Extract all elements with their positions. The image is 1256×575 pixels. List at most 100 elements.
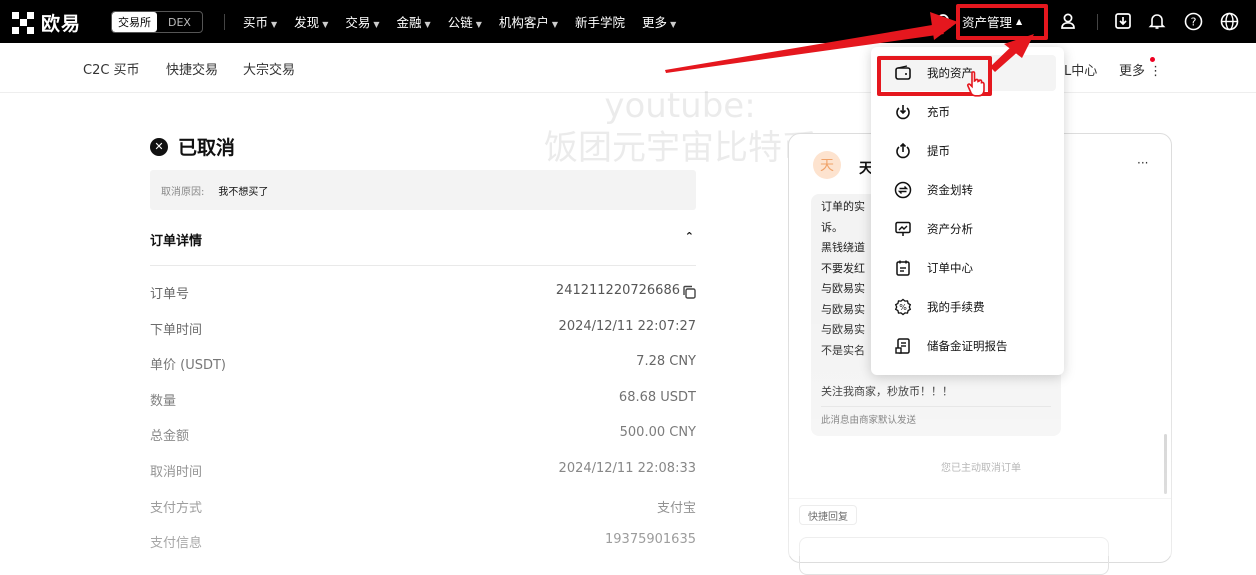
row-label: 单价 (USDT)	[150, 358, 226, 374]
asset-management-label: 资产管理	[962, 15, 1013, 30]
row-label: 支付信息	[150, 536, 203, 552]
auto-message-note: 此消息由商家默认发送	[821, 406, 1051, 432]
menu-chain[interactable]: 公链 ▼	[448, 12, 482, 31]
order-details-header[interactable]: 订单详情 ⌃	[150, 230, 696, 249]
chevron-down-icon: ▼	[551, 20, 559, 29]
row-label: 取消时间	[150, 464, 203, 480]
mode-dex-tab[interactable]: DEX	[157, 12, 202, 32]
dropdown-item-withdraw[interactable]: 提币	[878, 133, 1056, 169]
chevron-down-icon: ▼	[271, 20, 278, 29]
subnav-more-label: 更多	[1119, 64, 1146, 79]
order-detail-row: 下单时间 2024/12/11 22:07:27	[150, 319, 696, 355]
user-icon[interactable]	[1058, 11, 1078, 31]
dropdown-item-asset-analysis[interactable]: 资产分析	[878, 211, 1056, 247]
subnav-block-trade[interactable]: 大宗交易	[243, 59, 295, 78]
divider	[150, 265, 696, 266]
menu-institutional[interactable]: 机构客户 ▼	[499, 12, 558, 31]
main-menu: 买币 ▼ 发现 ▼ 交易 ▼ 金融 ▼ 公链 ▼ 机构客户 ▼ 新手学院 更多 ▼	[243, 0, 693, 43]
notification-dot	[1150, 57, 1155, 62]
copy-icon[interactable]	[682, 285, 696, 299]
transfer-icon	[894, 181, 912, 199]
menu-label: 公链	[447, 15, 473, 30]
chat-message-input[interactable]	[799, 537, 1109, 575]
order-center-icon	[896, 260, 910, 276]
mode-exchange-tab[interactable]: 交易所	[112, 12, 157, 32]
dropdown-item-transfer[interactable]: 资金划转	[878, 172, 1056, 208]
subnav-c2c-buy[interactable]: C2C 买币	[83, 59, 140, 78]
exchange-mode-switch[interactable]: 交易所 DEX	[111, 11, 203, 33]
top-navigation-bar: 欧易 交易所 DEX 买币 ▼ 发现 ▼ 交易 ▼ 金融 ▼ 公链 ▼ 机构客户 ▼ 新手学…	[0, 0, 1256, 43]
download-icon[interactable]	[1113, 11, 1133, 31]
bell-icon[interactable]	[1147, 11, 1167, 31]
dropdown-item-my-fees[interactable]: % 我的手续费	[878, 289, 1056, 325]
order-detail-row: 支付方式 支付宝	[150, 497, 696, 533]
system-message: 您已主动取消订单	[941, 463, 1021, 474]
globe-icon[interactable]	[1219, 11, 1239, 31]
order-detail-row: 取消时间 2024/12/11 22:08:33	[150, 461, 696, 497]
help-icon[interactable]: ?	[1183, 11, 1203, 31]
dropdown-item-label: 储备金证明报告	[927, 339, 1008, 353]
menu-trade[interactable]: 交易 ▼	[345, 12, 379, 31]
menu-label: 交易	[345, 15, 371, 30]
row-value: 68.68 USDT	[618, 389, 696, 405]
subnav-center-link[interactable]: L中心	[1064, 60, 1097, 79]
order-status: ✕ 已取消	[150, 133, 235, 160]
order-detail-row: 订单号 241211220726686	[150, 283, 696, 319]
order-number-value: 241211220726686	[555, 283, 680, 298]
chevron-down-icon: ▼	[322, 20, 329, 29]
order-detail-row: 总金额 500.00 CNY	[150, 425, 696, 461]
quick-reply-button[interactable]: 快捷回复	[799, 505, 857, 525]
asset-management-menu[interactable]: 资产管理 ▲	[962, 0, 1022, 43]
svg-text:%: %	[899, 303, 907, 312]
subnav-more[interactable]: 更多 ⋮	[1119, 60, 1162, 79]
dropdown-item-label: 充币	[927, 105, 950, 119]
cancelled-x-icon: ✕	[150, 137, 168, 156]
row-value: 2024/12/11 22:07:27	[558, 318, 696, 334]
nav-divider	[1097, 14, 1098, 30]
menu-academy[interactable]: 新手学院	[575, 12, 625, 31]
divider	[789, 498, 1171, 499]
menu-label: 新手学院	[575, 15, 626, 30]
row-value: 2024/12/11 22:08:33	[558, 460, 696, 476]
more-options-icon[interactable]: ···	[1137, 156, 1148, 170]
cancel-reason-value: 我不想买了	[218, 186, 269, 198]
dropdown-item-order-center[interactable]: 订单中心	[878, 250, 1056, 286]
message-line: 关注我商家，秒放币！！！	[821, 384, 953, 398]
subnav-quick-trade[interactable]: 快捷交易	[166, 59, 218, 78]
search-icon[interactable]	[934, 11, 954, 31]
row-value: 19375901635	[605, 532, 696, 548]
row-value: 支付宝	[656, 500, 696, 516]
menu-buy-crypto[interactable]: 买币 ▼	[243, 12, 277, 31]
chevron-up-icon[interactable]: ⌃	[685, 230, 694, 249]
dropdown-item-reserve-report[interactable]: 储备金证明报告	[878, 328, 1056, 364]
deposit-icon	[896, 105, 910, 120]
order-details-list: 订单号 241211220726686 下单时间 2024/12/11 22:07:…	[150, 283, 696, 568]
wallet-icon	[895, 65, 911, 80]
hand-cursor-icon	[967, 71, 985, 97]
cancel-reason-box: 取消原因: 我不想买了	[150, 170, 696, 210]
row-label: 订单号	[150, 287, 190, 302]
menu-more[interactable]: 更多 ▼	[642, 12, 676, 31]
menu-finance[interactable]: 金融 ▼	[397, 12, 431, 31]
okx-logo[interactable]: 欧易	[12, 9, 81, 36]
row-label: 数量	[150, 393, 177, 409]
chevron-down-icon: ▼	[475, 20, 482, 29]
cancel-reason-label: 取消原因:	[161, 186, 205, 198]
dropdown-item-deposit[interactable]: 充币	[878, 94, 1056, 130]
chevron-up-icon: ▲	[1016, 17, 1023, 26]
order-details-title: 订单详情	[150, 234, 203, 249]
chevron-down-icon: ▼	[373, 20, 380, 29]
menu-discover[interactable]: 发现 ▼	[294, 12, 328, 31]
logo-text: 欧易	[41, 13, 82, 35]
order-detail-row: 数量 68.68 USDT	[150, 390, 696, 426]
row-value: 500.00 CNY	[619, 425, 696, 441]
avatar: 天	[813, 151, 841, 179]
menu-label: 金融	[396, 15, 422, 30]
logo-mark-icon	[12, 11, 34, 34]
order-detail-row: 单价 (USDT) 7.28 CNY	[150, 354, 696, 390]
order-detail-row: 支付信息 19375901635	[150, 532, 696, 568]
dropdown-item-label: 资产分析	[927, 222, 973, 236]
analysis-icon	[895, 221, 911, 236]
menu-label: 发现	[294, 15, 320, 30]
menu-label: 买币	[243, 15, 269, 30]
